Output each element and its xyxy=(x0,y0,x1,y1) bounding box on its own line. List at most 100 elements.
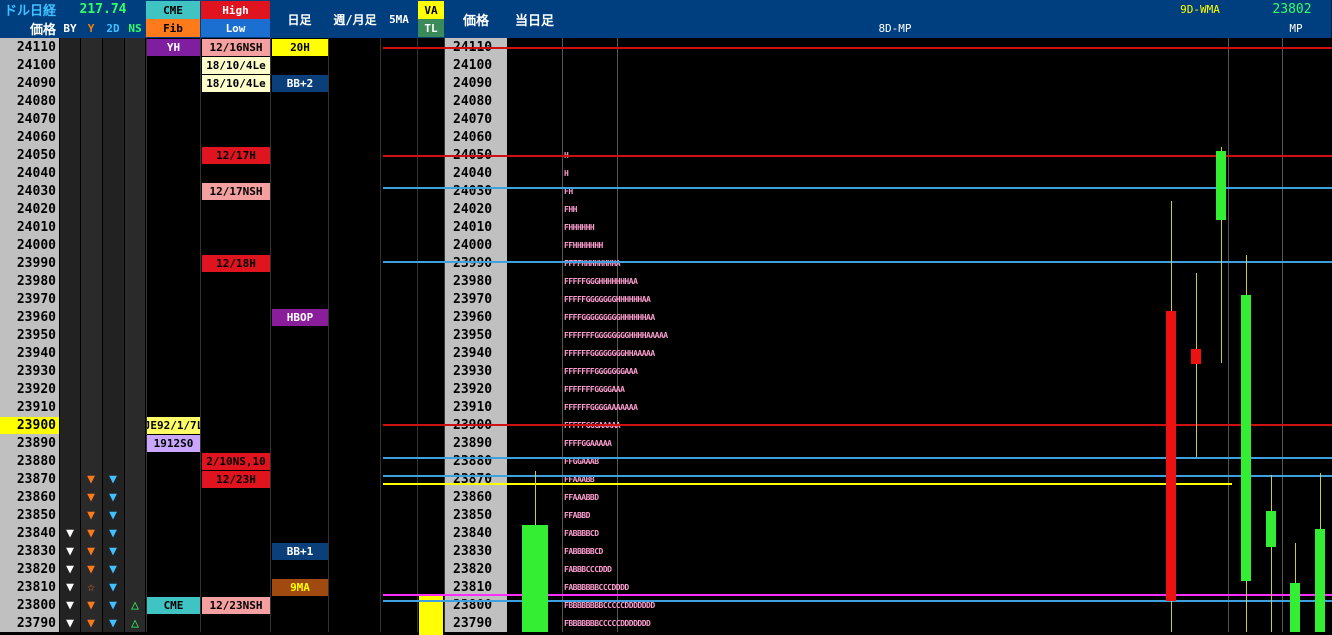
2d-down-triangle-icon: ▼ xyxy=(109,526,117,541)
mp-profile-row: FBBBBBBBCCCCCDDDDDDD xyxy=(564,619,651,628)
mp-profile-row: FABBBBCD xyxy=(564,529,599,538)
highlow-tag[interactable]: 2/10NS,10 xyxy=(202,453,270,470)
price-cell-right: 23910 xyxy=(453,400,493,415)
flag-by[interactable]: BY xyxy=(60,19,80,38)
price-cell: 23830 xyxy=(16,544,56,559)
y-down-triangle-icon: ▼ xyxy=(87,490,95,505)
tl-header[interactable]: TL xyxy=(418,19,444,37)
price-cell-right: 24060 xyxy=(453,130,493,145)
price-cell: 23880 xyxy=(16,454,56,469)
price-cell-right: 23830 xyxy=(453,544,493,559)
high-header[interactable]: High xyxy=(201,1,270,19)
mp-profile-row: FHH xyxy=(564,205,577,214)
daily-tag[interactable]: 9MA xyxy=(272,579,328,596)
y-down-triangle-icon: ▼ xyxy=(87,472,95,487)
fib-header[interactable]: Fib xyxy=(146,19,200,37)
price-cell: 24090 xyxy=(16,76,56,91)
candle-wick xyxy=(1196,273,1197,457)
today-candle xyxy=(522,525,548,632)
candle xyxy=(1266,511,1276,547)
mp-profile-row: FFFFFGGGGGGGHHHHHHAA xyxy=(564,295,651,304)
mp-profile-row: FH xyxy=(564,187,573,196)
mp-profile-row: FFFFFFFGGGGGGGGHHHHAAAAA xyxy=(564,331,668,340)
signal-column-y xyxy=(81,38,102,632)
price-cell: 24060 xyxy=(16,130,56,145)
daily-tag[interactable]: BB+1 xyxy=(272,543,328,560)
wma9d-header[interactable]: 9D-WMA xyxy=(1160,0,1240,19)
va-header[interactable]: VA xyxy=(418,1,444,19)
price-cell: 24080 xyxy=(16,94,56,109)
cme-tag[interactable]: 1912S0 xyxy=(147,435,200,452)
candle xyxy=(1241,295,1251,581)
mp-profile-row: FFFFGGGGGGGGGHHHHHHAA xyxy=(564,313,655,322)
mp-profile-row: FFFFFGGGHHHHHHHAA xyxy=(564,277,638,286)
highlow-tag[interactable]: 12/17H xyxy=(202,147,270,164)
level-line xyxy=(383,261,1332,263)
highlow-tag[interactable]: 12/16NSH xyxy=(202,39,270,56)
2d-down-triangle-icon: ▼ xyxy=(109,544,117,559)
by-down-triangle-icon: ▼ xyxy=(66,526,74,541)
today-header[interactable]: 当日足 xyxy=(507,0,562,38)
cme-tag[interactable]: YH xyxy=(147,39,200,56)
price-cell-right: 23860 xyxy=(453,490,493,505)
price-cell: 23980 xyxy=(16,274,56,289)
2d-down-triangle-icon: ▼ xyxy=(109,616,117,631)
highlow-tag[interactable]: 12/23H xyxy=(202,471,270,488)
price-cell: 23890 xyxy=(16,436,56,451)
mp-profile-row: FFFFFFGGGGGGGGHHAAAAA xyxy=(564,349,655,358)
mp-header[interactable]: MP xyxy=(1278,19,1314,38)
ma5-header[interactable]: 5MA xyxy=(381,0,417,38)
price-cell-right: 23890 xyxy=(453,436,493,451)
price-cell-right: 24080 xyxy=(453,94,493,109)
highlow-tag[interactable]: 12/18H xyxy=(202,255,270,272)
2d-down-triangle-icon: ▼ xyxy=(109,580,117,595)
price-cell-right: 24070 xyxy=(453,112,493,127)
flag-y[interactable]: Y xyxy=(80,19,102,38)
price-cell-right: 23920 xyxy=(453,382,493,397)
highlow-tag[interactable]: 18/10/4Le xyxy=(202,57,270,74)
highlow-tag[interactable]: 18/10/4Le xyxy=(202,75,270,92)
weekly-monthly-header[interactable]: 週/月足 xyxy=(329,0,381,38)
price-cell: 23850 xyxy=(16,508,56,523)
flag-ns[interactable]: NS xyxy=(124,19,146,38)
cme-header[interactable]: CME xyxy=(146,1,200,19)
price-cell-right: 24020 xyxy=(453,202,493,217)
cme-tag[interactable]: JE92/1/7L xyxy=(147,417,200,434)
highlow-tag[interactable]: 12/17NSH xyxy=(202,183,270,200)
price-cell: 23800 xyxy=(16,598,56,613)
price-cell-right: 24100 xyxy=(453,58,493,73)
price-cell-right: 23850 xyxy=(453,508,493,523)
price-cell-right: 23980 xyxy=(453,274,493,289)
flag-2d[interactable]: 2D xyxy=(102,19,124,38)
2d-down-triangle-icon: ▼ xyxy=(109,490,117,505)
price-cell: 23840 xyxy=(16,526,56,541)
daily-tag[interactable]: HBOP xyxy=(272,309,328,326)
price-cell-right: 24040 xyxy=(453,166,493,181)
mp-profile-row: FFFFFFFGGGGAAA xyxy=(564,385,625,394)
2d-down-triangle-icon: ▼ xyxy=(109,598,117,613)
daily-header[interactable]: 日足 xyxy=(271,0,328,38)
low-header[interactable]: Low xyxy=(201,19,270,37)
divider xyxy=(1282,38,1283,632)
price-header: 価格 xyxy=(29,23,56,38)
signal-column-by xyxy=(60,38,80,632)
price-cell-right: 23790 xyxy=(453,616,493,631)
candle xyxy=(1216,151,1226,220)
price-cell-right: 24090 xyxy=(453,76,493,91)
by-down-triangle-icon: ▼ xyxy=(66,616,74,631)
y-star-icon: ☆ xyxy=(87,580,95,595)
price-cell-right: 23970 xyxy=(453,292,493,307)
price-cell: 23940 xyxy=(16,346,56,361)
ns-up-triangle-icon: △ xyxy=(131,616,139,631)
price-cell: 24100 xyxy=(16,58,56,73)
daily-tag[interactable]: 20H xyxy=(272,39,328,56)
daily-tag[interactable]: BB+2 xyxy=(272,75,328,92)
candle xyxy=(1191,349,1201,364)
divider xyxy=(200,38,201,632)
by-down-triangle-icon: ▼ xyxy=(66,562,74,577)
cme-tag[interactable]: CME xyxy=(147,597,200,614)
mp8d-header[interactable]: 8D-MP xyxy=(860,19,930,38)
price-cell: 23860 xyxy=(16,490,56,505)
mp-profile-row: FHHHHHH xyxy=(564,223,595,232)
highlow-tag[interactable]: 12/23NSH xyxy=(202,597,270,614)
